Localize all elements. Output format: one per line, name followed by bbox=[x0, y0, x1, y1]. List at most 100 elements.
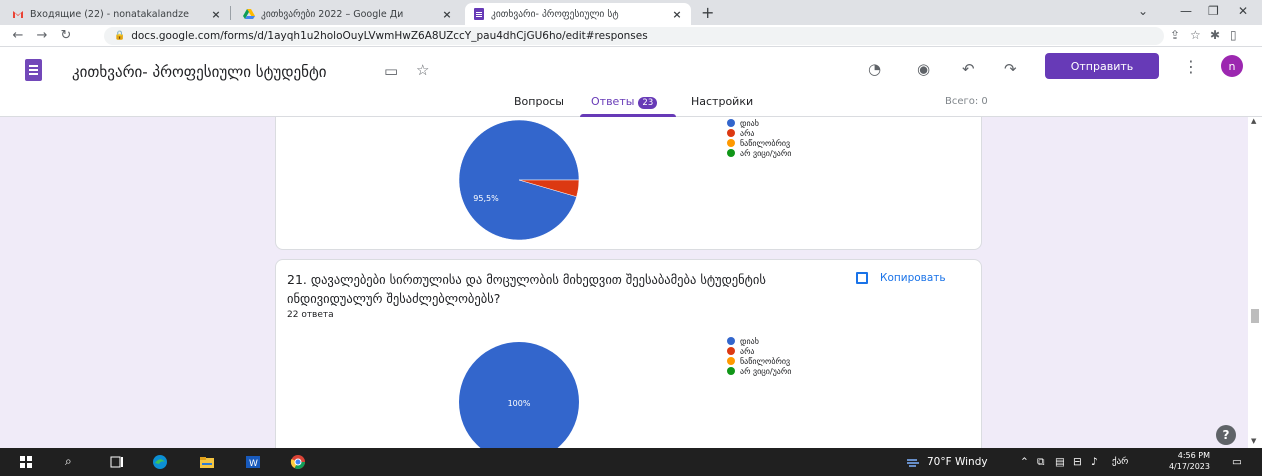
legend-item[interactable]: დიახ bbox=[727, 336, 791, 346]
redo-icon[interactable]: ↷ bbox=[1004, 60, 1017, 78]
browser-tab-drive[interactable]: კითხვარები 2022 – Google Ди × bbox=[235, 3, 461, 25]
legend-label: ნაწილობრივ bbox=[740, 138, 791, 148]
tab-search-chevron-icon[interactable]: ⌄ bbox=[1138, 4, 1148, 18]
legend-label: არ ვიცი/უარი bbox=[740, 366, 792, 376]
legend-item[interactable]: ნაწილობრივ bbox=[727, 138, 791, 148]
gmail-icon bbox=[13, 11, 23, 18]
task-view-icon[interactable] bbox=[109, 454, 125, 470]
help-icon[interactable]: ? bbox=[1216, 425, 1236, 445]
edge-icon[interactable] bbox=[152, 454, 168, 470]
chart-legend: დიახ არა ნაწილობრივ არ ვიცი/უარი bbox=[727, 118, 791, 158]
restore-icon[interactable]: ❐ bbox=[1208, 4, 1219, 18]
legend-item[interactable]: არ ვიცი/უარი bbox=[727, 366, 791, 376]
close-icon[interactable]: × bbox=[210, 8, 222, 21]
legend-item[interactable]: დიახ bbox=[727, 118, 791, 128]
legend-item[interactable]: არა bbox=[727, 128, 791, 138]
legend-label: დიახ bbox=[740, 336, 759, 346]
legend-swatch bbox=[727, 149, 735, 157]
slice-label: 100% bbox=[508, 399, 531, 408]
tab-divider bbox=[230, 5, 231, 20]
star-icon[interactable]: ☆ bbox=[416, 61, 429, 79]
forms-logo-icon[interactable] bbox=[25, 59, 42, 81]
question-card-21: 21. დავალებები სირთულისა და მოცულობის მი… bbox=[275, 259, 982, 448]
share-icon[interactable]: ⇪ bbox=[1170, 28, 1180, 42]
weather-icon[interactable] bbox=[905, 454, 921, 470]
browser-tab-forms[interactable]: კითხვარი- პროფესიული სტ × bbox=[465, 3, 691, 25]
copy-label: Копировать bbox=[880, 272, 946, 284]
extensions-icon[interactable]: ✱ bbox=[1210, 28, 1220, 42]
scrollbar[interactable]: ▲ ▼ bbox=[1248, 117, 1262, 448]
chart-legend: დიახ არა ნაწილობრივ არ ვიცი/უარი bbox=[727, 336, 791, 376]
tab-title: Входящие (22) - nonatakalandze bbox=[30, 8, 189, 20]
legend-item[interactable]: არა bbox=[727, 346, 791, 356]
legend-swatch bbox=[727, 347, 735, 355]
legend-label: დიახ bbox=[740, 118, 759, 128]
google-forms-icon bbox=[474, 8, 484, 20]
preview-eye-icon[interactable]: ◉ bbox=[917, 60, 930, 78]
lock-icon: 🔒 bbox=[114, 31, 126, 41]
browser-tab-gmail[interactable]: Входящие (22) - nonatakalandze × bbox=[4, 3, 230, 25]
copy-icon bbox=[856, 272, 868, 284]
url-field[interactable]: 🔒 docs.google.com/forms/d/1ayqh1u2holoOu… bbox=[104, 27, 1164, 45]
svg-text:W: W bbox=[249, 459, 258, 469]
close-icon[interactable]: × bbox=[441, 8, 453, 21]
tab-answers-label: Ответы bbox=[591, 95, 635, 108]
chrome-icon[interactable] bbox=[290, 454, 306, 470]
search-icon[interactable]: ⌕ bbox=[65, 454, 72, 469]
weather-text[interactable]: 70°F Windy bbox=[927, 456, 988, 468]
copy-chart-button[interactable]: Копировать bbox=[856, 272, 946, 284]
back-arrow-icon[interactable]: ← bbox=[6, 28, 30, 43]
close-window-icon[interactable]: ✕ bbox=[1238, 4, 1248, 18]
browser-tab-strip: Входящие (22) - nonatakalandze × კითხვარ… bbox=[0, 0, 1262, 25]
tab-questions[interactable]: Вопросы bbox=[514, 95, 564, 108]
volume-icon[interactable]: ♪ bbox=[1091, 456, 1098, 468]
scrollbar-thumb[interactable] bbox=[1251, 309, 1259, 323]
legend-item[interactable]: ნაწილობრივ bbox=[727, 356, 791, 366]
answers-count-badge: 23 bbox=[638, 97, 658, 109]
legend-label: არა bbox=[740, 346, 755, 356]
palette-icon[interactable]: ◔ bbox=[868, 60, 881, 78]
new-tab-button[interactable]: + bbox=[701, 3, 714, 22]
send-button[interactable]: Отправить bbox=[1045, 53, 1159, 79]
word-icon[interactable]: W bbox=[245, 454, 261, 470]
clock-time[interactable]: 4:56 PM bbox=[1150, 451, 1210, 460]
close-icon[interactable]: × bbox=[671, 8, 683, 21]
avatar[interactable]: n bbox=[1221, 55, 1243, 77]
address-bar-row: ← → ↻ 🔒 docs.google.com/forms/d/1ayqh1u2… bbox=[0, 25, 1262, 47]
scroll-up-icon[interactable]: ▲ bbox=[1251, 117, 1256, 125]
tab-settings[interactable]: Настройки bbox=[691, 95, 753, 108]
legend-item[interactable]: არ ვიცი/უარი bbox=[727, 148, 791, 158]
tray-app-icon[interactable]: ⧉ bbox=[1037, 456, 1045, 469]
minimize-icon[interactable]: — bbox=[1180, 4, 1192, 18]
more-vert-icon[interactable]: ⋮ bbox=[1183, 57, 1199, 76]
slice-label: 95,5% bbox=[473, 194, 499, 203]
legend-swatch bbox=[727, 119, 735, 127]
tab-answers[interactable]: Ответы 23 bbox=[591, 95, 658, 109]
legend-label: არა bbox=[740, 128, 755, 138]
language-indicator[interactable]: ქარ bbox=[1112, 457, 1128, 467]
response-count: 22 ответа bbox=[287, 310, 334, 320]
reload-icon[interactable]: ↻ bbox=[54, 28, 78, 43]
pie-slice[interactable] bbox=[459, 342, 579, 448]
tab-title: კითხვარები 2022 – Google Ди bbox=[261, 8, 404, 20]
legend-label: ნაწილობრივ bbox=[740, 356, 791, 366]
legend-label: არ ვიცი/უარი bbox=[740, 148, 792, 158]
legend-swatch bbox=[727, 357, 735, 365]
scroll-down-icon[interactable]: ▼ bbox=[1251, 437, 1256, 445]
folder-icon[interactable]: ▭ bbox=[384, 62, 398, 80]
windows-start-icon[interactable] bbox=[18, 454, 34, 470]
undo-icon[interactable]: ↶ bbox=[962, 60, 975, 78]
notifications-icon[interactable]: ▭ bbox=[1232, 456, 1242, 468]
file-explorer-icon[interactable] bbox=[199, 454, 215, 470]
network-icon[interactable]: ⊟ bbox=[1073, 456, 1082, 468]
google-drive-icon bbox=[243, 9, 255, 19]
bookmark-star-icon[interactable]: ☆ bbox=[1190, 28, 1201, 42]
forward-arrow-icon[interactable]: → bbox=[30, 28, 54, 43]
form-tabs: Вопросы Ответы 23 Настройки Всего: 0 bbox=[0, 95, 1262, 117]
tray-app-icon[interactable]: ▤ bbox=[1055, 456, 1065, 468]
form-title[interactable]: კითხვარი- პროფესიული სტუდენტი bbox=[72, 63, 327, 81]
sidepanel-icon[interactable]: ▯ bbox=[1230, 28, 1237, 42]
clock-date[interactable]: 4/17/2023 bbox=[1150, 462, 1210, 471]
windows-taskbar: ⌕ W 70°F Windy ⌃ ⧉ ▤ ⊟ ♪ ქარ 4:56 PM 4/1… bbox=[0, 448, 1262, 476]
show-hidden-icons-chevron-icon[interactable]: ⌃ bbox=[1020, 456, 1029, 468]
